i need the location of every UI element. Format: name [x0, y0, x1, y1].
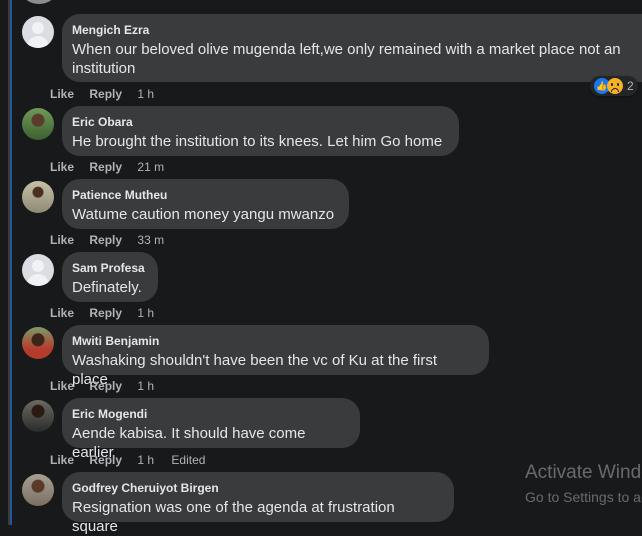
- like-button[interactable]: Like: [50, 453, 74, 467]
- previous-avatar: [23, 0, 55, 4]
- comment-author[interactable]: Patience Mutheu: [72, 187, 337, 203]
- comment-bubble: Mwiti Benjamin Washaking shouldn't have …: [62, 325, 489, 388]
- comment-actions: Like Reply 1 h: [50, 87, 166, 101]
- comment-time[interactable]: 1 h: [137, 306, 154, 320]
- reply-button[interactable]: Reply: [89, 87, 122, 101]
- comment-bubble: Eric Mogendi Aende kabisa. It should hav…: [62, 398, 360, 461]
- reply-button[interactable]: Reply: [89, 233, 122, 247]
- avatar[interactable]: [22, 400, 54, 432]
- comment-time[interactable]: 33 m: [137, 233, 164, 247]
- comment-bubble: Sam Profesa Definately.: [62, 252, 158, 302]
- reply-button[interactable]: Reply: [89, 379, 122, 393]
- edited-label[interactable]: Edited: [171, 453, 205, 467]
- comment-bubble: Mengich Ezra When our beloved olive muge…: [62, 14, 642, 82]
- comment-actions: Like Reply 1 h: [50, 379, 166, 393]
- comment-actions: Like Reply 21 m: [50, 160, 176, 174]
- like-button[interactable]: Like: [50, 379, 74, 393]
- comment-bubble: Patience Mutheu Watume caution money yan…: [62, 179, 349, 229]
- watermark-title: Activate Windows: [525, 462, 642, 483]
- comment-bubble: Godfrey Cheruiyot Birgen Resignation was…: [62, 472, 454, 535]
- like-button[interactable]: Like: [50, 160, 74, 174]
- like-button[interactable]: Like: [50, 233, 74, 247]
- comment-author[interactable]: Mwiti Benjamin: [72, 333, 477, 349]
- comment-author[interactable]: Eric Obara: [72, 114, 447, 130]
- comment-text: Watume caution money yangu mwanzo: [72, 206, 335, 223]
- comment-bubble: Eric Obara He brought the institution to…: [62, 106, 459, 156]
- comment-author[interactable]: Godfrey Cheruiyot Birgen: [72, 480, 442, 496]
- sad-icon: [607, 78, 623, 94]
- comment-text: Definately.: [72, 279, 142, 296]
- comment-author[interactable]: Eric Mogendi: [72, 406, 348, 422]
- comment-text: When our beloved olive mugenda left,we o…: [72, 41, 621, 77]
- reply-button[interactable]: Reply: [89, 160, 122, 174]
- comment-time[interactable]: 1 h: [137, 379, 154, 393]
- thread-accent-line: [10, 0, 12, 525]
- comment-time[interactable]: 1 h: [137, 453, 154, 467]
- avatar[interactable]: [22, 474, 54, 506]
- like-button[interactable]: Like: [50, 87, 74, 101]
- reaction-count: 2: [627, 79, 634, 93]
- like-button[interactable]: Like: [50, 306, 74, 320]
- avatar[interactable]: [22, 181, 54, 213]
- activation-watermark: Activate Windows Go to Settings to activ…: [525, 462, 642, 506]
- watermark-subtitle: Go to Settings to activate Windows.: [525, 489, 642, 505]
- reply-button[interactable]: Reply: [89, 306, 122, 320]
- comment-author[interactable]: Sam Profesa: [72, 260, 146, 276]
- reactions-summary[interactable]: 👍 2: [590, 76, 638, 96]
- comment-actions: Like Reply 1 h Edited: [50, 453, 217, 467]
- comment-actions: Like Reply 1 h: [50, 306, 166, 320]
- avatar[interactable]: [22, 254, 54, 286]
- comment-text: He brought the institution to its knees.…: [72, 133, 443, 150]
- comment-time[interactable]: 1 h: [137, 87, 154, 101]
- reply-button[interactable]: Reply: [89, 453, 122, 467]
- comment-text: Resignation was one of the agenda at fru…: [72, 499, 395, 535]
- comment-time[interactable]: 21 m: [137, 160, 164, 174]
- avatar[interactable]: [22, 16, 54, 48]
- avatar[interactable]: [22, 327, 54, 359]
- avatar[interactable]: [22, 108, 54, 140]
- comment-author[interactable]: Mengich Ezra: [72, 22, 642, 38]
- comment-actions: Like Reply 33 m: [50, 233, 176, 247]
